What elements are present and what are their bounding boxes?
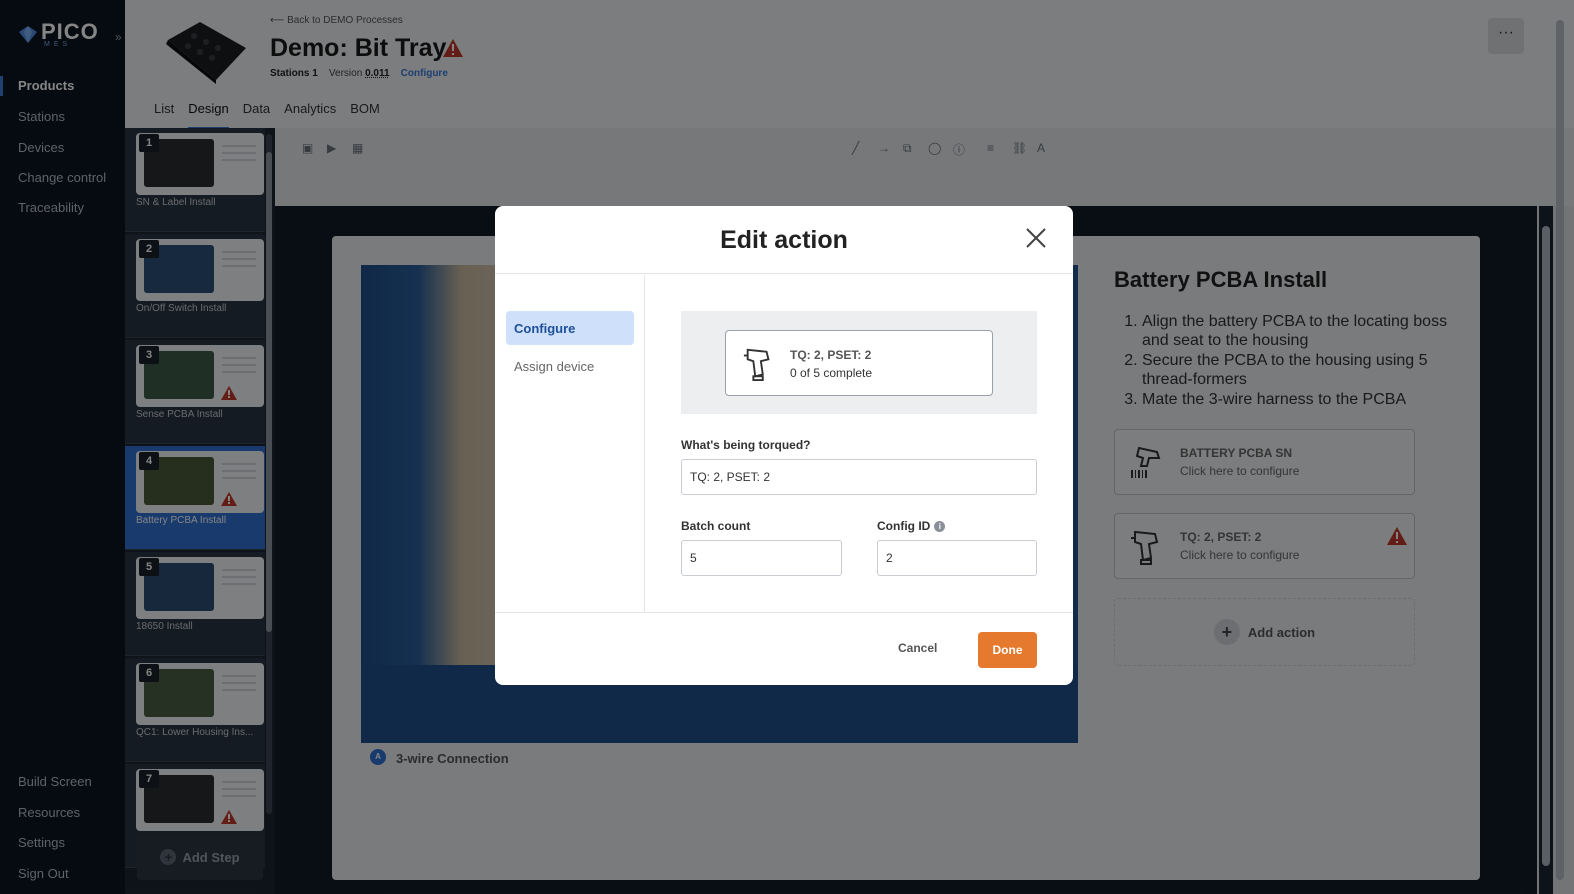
batch-count-label: Batch count: [681, 519, 751, 533]
modal-footer: Cancel Done: [495, 612, 1073, 685]
modal-side-nav: Configure Assign device: [495, 275, 645, 612]
preview-title: TQ: 2, PSET: 2: [790, 348, 872, 362]
side-item-assign-device[interactable]: Assign device: [506, 349, 634, 383]
edit-action-modal: Edit action Configure Assign device TQ: …: [495, 206, 1073, 685]
torqued-label: What's being torqued?: [681, 438, 811, 452]
close-icon[interactable]: [1024, 226, 1048, 250]
config-id-label-wrap: Config ID i: [877, 519, 946, 533]
cancel-button[interactable]: Cancel: [898, 641, 937, 655]
side-item-configure[interactable]: Configure: [506, 311, 634, 345]
action-preview-card: TQ: 2, PSET: 2 0 of 5 complete: [725, 330, 993, 396]
info-icon[interactable]: i: [934, 521, 946, 533]
batch-count-input[interactable]: [681, 540, 842, 576]
preview-subtitle: 0 of 5 complete: [790, 366, 873, 380]
modal-header: Edit action: [495, 206, 1073, 274]
modal-title: Edit action: [720, 226, 848, 254]
done-button[interactable]: Done: [978, 632, 1037, 668]
action-preview: TQ: 2, PSET: 2 0 of 5 complete: [681, 311, 1037, 414]
torque-driver-icon: [743, 348, 770, 381]
config-id-input[interactable]: [877, 540, 1037, 576]
config-id-label: Config ID: [877, 519, 931, 533]
torqued-input[interactable]: [681, 459, 1037, 495]
